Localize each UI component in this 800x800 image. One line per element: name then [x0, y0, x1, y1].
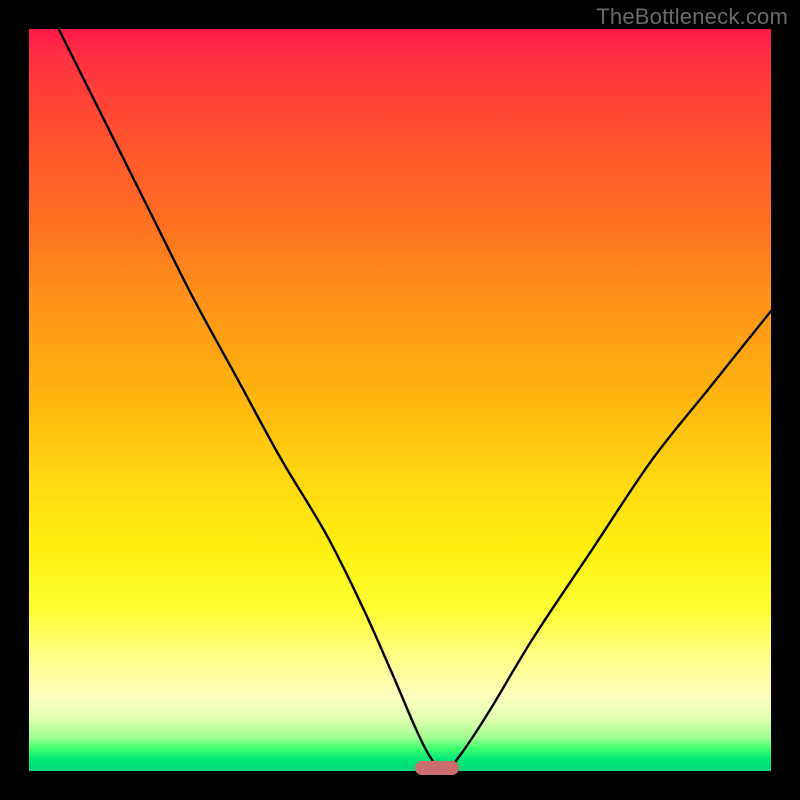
curve-path — [59, 29, 771, 771]
optimal-marker — [415, 761, 459, 775]
watermark-text: TheBottleneck.com — [596, 4, 788, 30]
bottleneck-curve — [29, 29, 771, 771]
